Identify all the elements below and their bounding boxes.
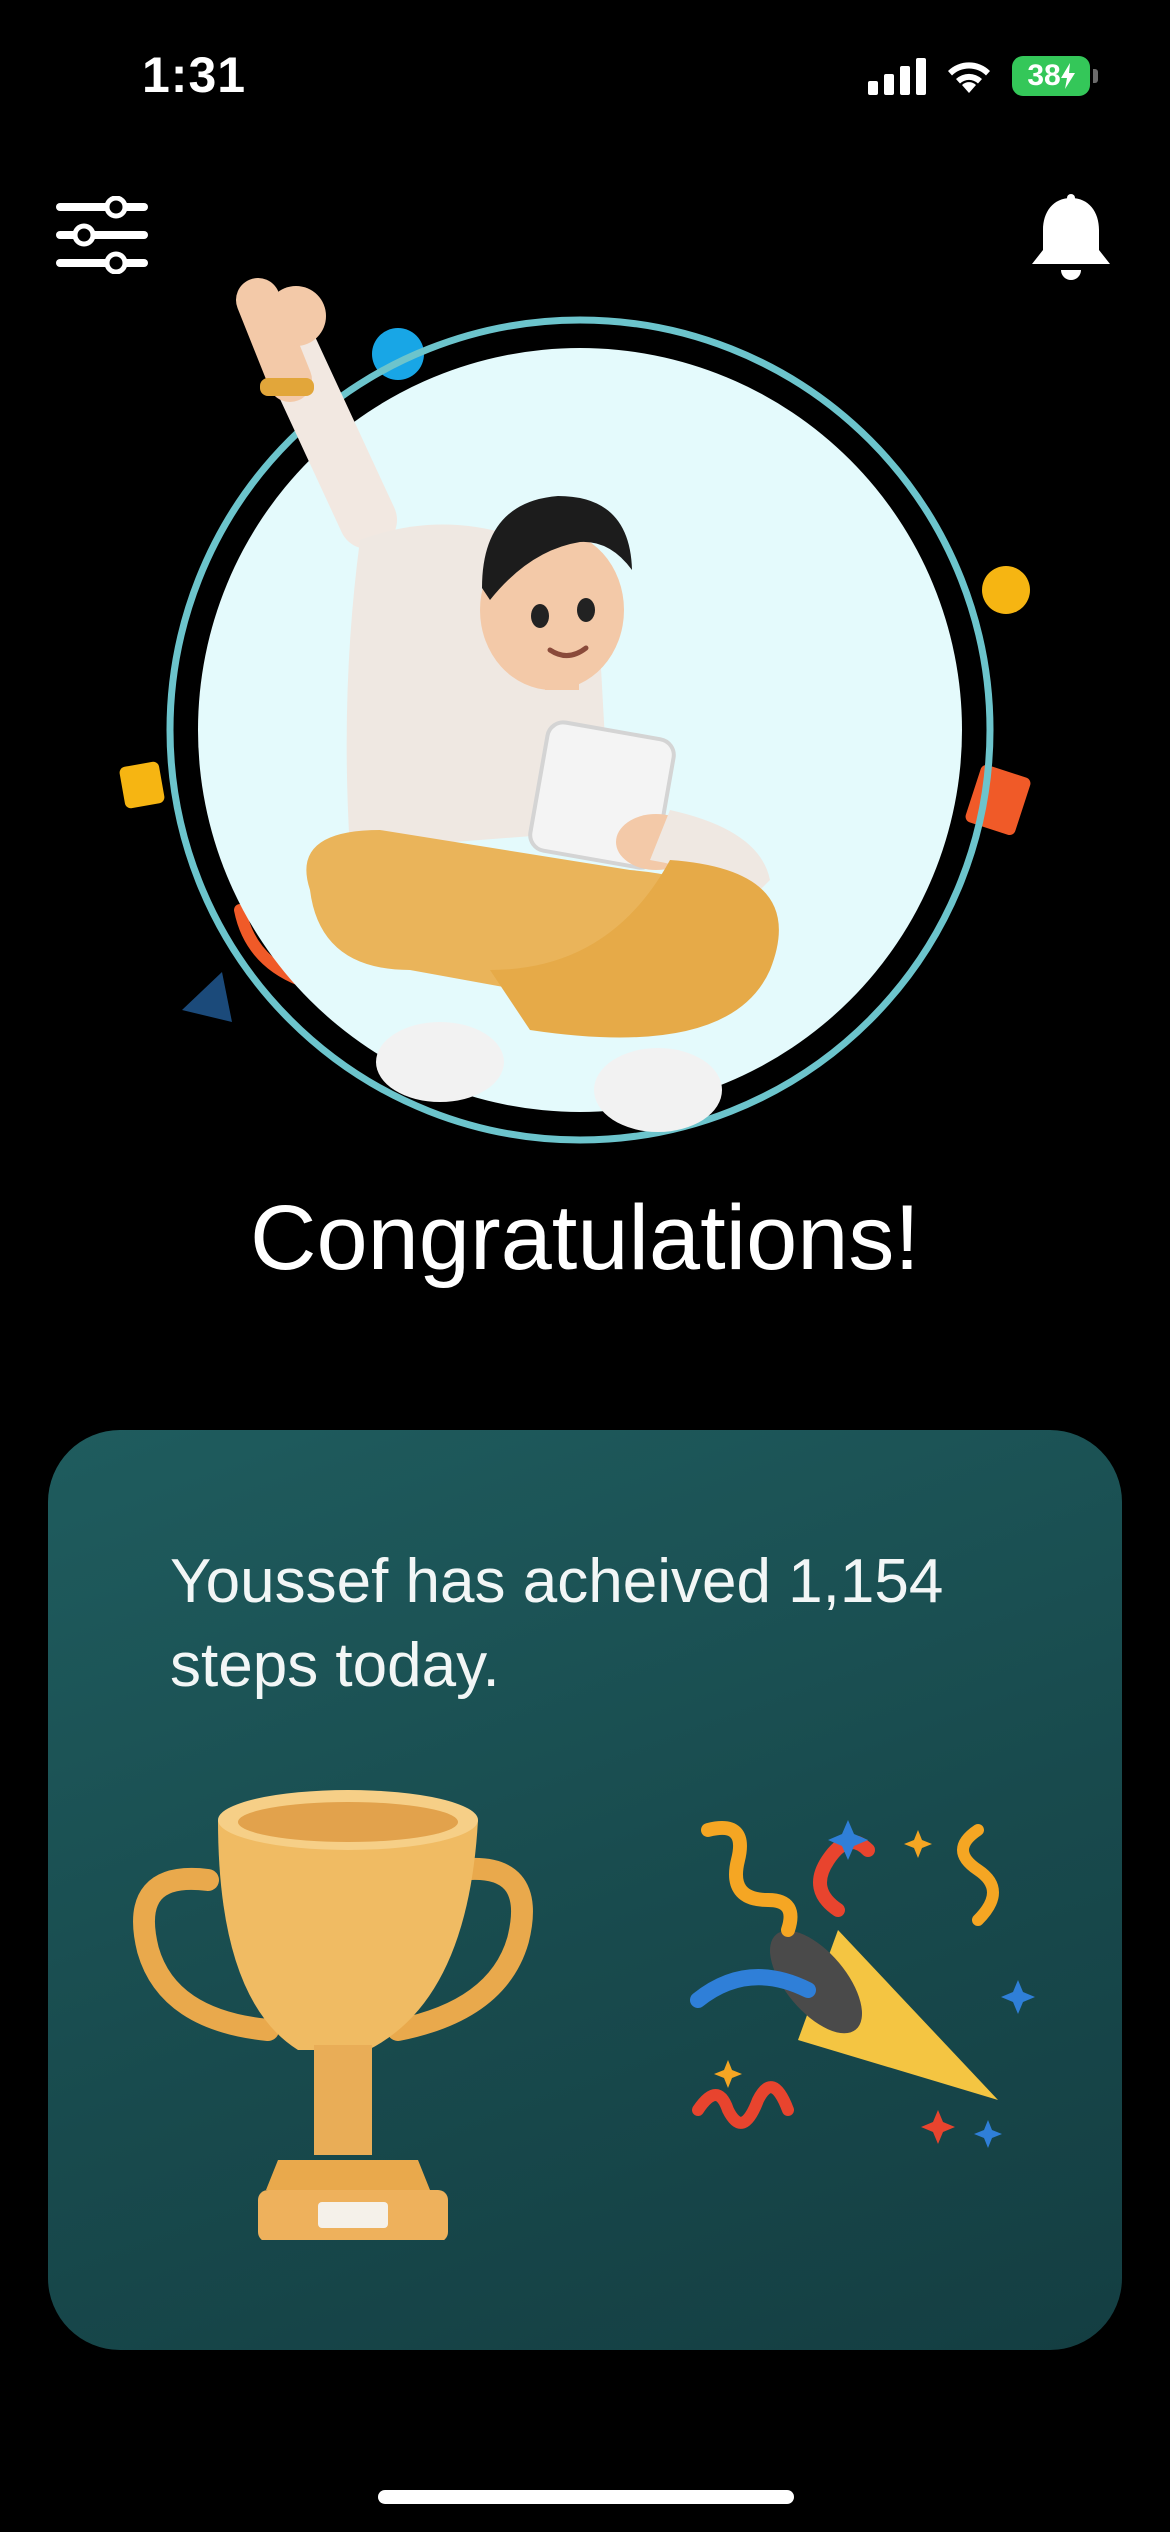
home-indicator[interactable] — [378, 2490, 794, 2504]
achievement-card: Youssef has acheived 1,154 steps today. — [48, 1430, 1122, 2350]
page-title: Congratulations! — [250, 1187, 920, 1289]
trophy-icon — [133, 1790, 533, 2240]
person-celebrating-illustration — [119, 278, 1106, 1144]
status-icons: 38 — [868, 56, 1098, 96]
cellular-signal-icon — [868, 57, 926, 95]
party-popper-icon — [690, 1820, 1035, 2148]
status-time: 1:31 — [142, 47, 247, 103]
filter-button[interactable] — [56, 195, 148, 275]
wifi-icon — [948, 62, 990, 93]
battery-level: 38 — [1027, 59, 1061, 92]
charging-bolt-icon — [1060, 63, 1075, 89]
status-bar: 1:31 38 — [0, 0, 1170, 150]
battery-icon: 38 — [1012, 56, 1098, 96]
achievement-message: Youssef has acheived 1,154 steps today. — [170, 1547, 944, 1700]
hero-illustration — [110, 270, 1106, 1170]
sliders-icon — [56, 195, 148, 275]
